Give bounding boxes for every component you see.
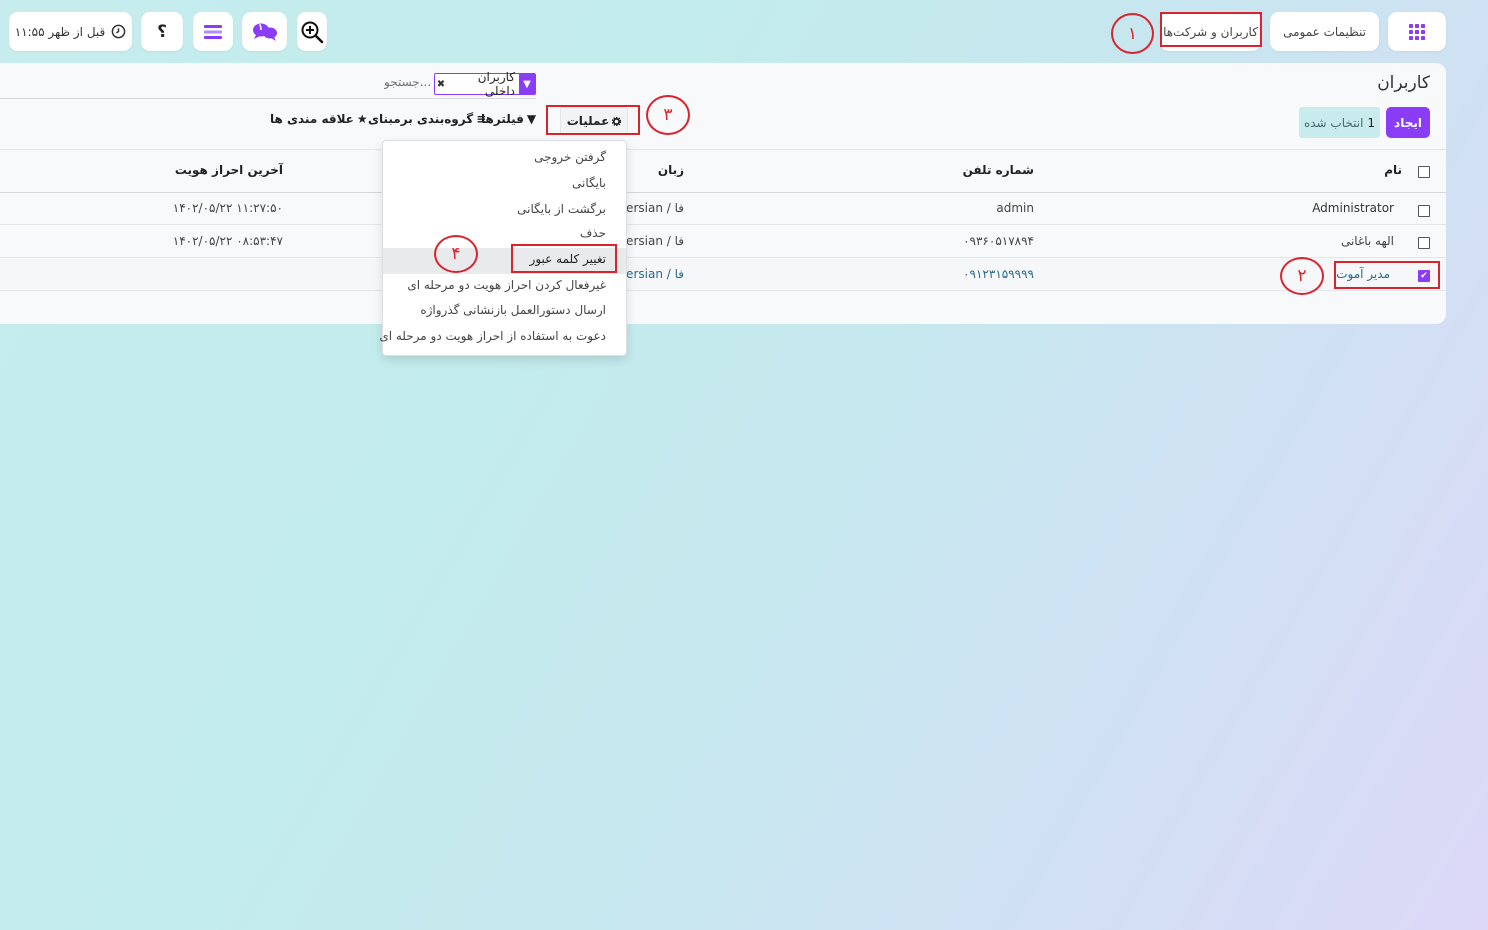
menu-item-invite-2fa[interactable]: دعوت به استفاده از احراز هویت دو مرحله ا… [379,329,606,343]
menu-general-settings-label: تنظیمات عمومی [1283,24,1366,39]
table-row[interactable]: ✔ مدیر آموت ۰۹۱۲۳۱۵۹۹۹۹ Persian / فا [0,259,1446,291]
menu-item-send-reset-password[interactable]: ارسال دستورالعمل بازنشانی گذرواژه [420,303,606,317]
bars-icon: ≡ [476,112,487,126]
cell-phone: ۰۹۱۲۳۱۵۹۹۹۹ [963,267,1034,281]
search-underline [0,98,536,99]
clock-widget[interactable]: ۱۱:۵۵ قبل از ظهر [9,12,132,51]
select-all-checkbox[interactable] [1418,166,1430,178]
zoom-button[interactable] [297,12,327,51]
users-list-panel: کاربران ایجاد انتخاب شده 1 ✖ کاربران داخ… [0,63,1446,324]
cell-name: الهه باغانی [1340,234,1394,248]
favorites-label: علاقه مندی ها [270,112,354,126]
grid-apps-icon [1409,23,1425,40]
table-row[interactable]: الهه باغانی ۰۹۳۶۰۵۱۷۸۹۴ Persian / فا ۱۴۰… [0,226,1446,258]
groupby-button[interactable]: گروه‌بندی برمبنای ≡ [368,112,486,126]
annotation-circle-4: ۴ [434,235,478,273]
chat-bubbles-icon: ۱ [252,22,278,42]
search-input[interactable] [384,75,430,89]
help-button[interactable]: ؟ [141,12,183,51]
cell-phone: admin [996,201,1034,215]
menu-item-unarchive[interactable]: برگشت از بایگانی [517,202,606,216]
row-checkbox[interactable] [1418,237,1430,249]
annotation-circle-1: ۱ [1111,13,1154,54]
row-checkbox[interactable] [1418,205,1430,217]
column-phone[interactable]: شماره تلفن [963,163,1034,177]
cell-last-auth: ۱۴۰۲/۰۵/۲۲ ۰۸:۵۳:۴۷ [172,234,283,248]
search-facet[interactable]: ✖ کاربران داخلی ▼ [434,70,536,98]
cell-language: Persian / فا [619,267,684,281]
clock-text: ۱۱:۵۵ قبل از ظهر [14,24,106,39]
menu-item-export[interactable]: گرفتن خروجی [534,150,606,164]
filters-label: فیلترها [481,112,524,126]
activity-button[interactable] [193,12,233,51]
selected-count-badge: انتخاب شده 1 [1299,107,1380,138]
remove-facet-icon[interactable]: ✖ [435,79,447,90]
chat-badge: ۱ [257,22,264,33]
filters-button[interactable]: فیلترها ▼ [481,112,536,126]
app-switcher-button[interactable] [1388,12,1446,51]
cell-last-auth: ۱۴۰۲/۰۵/۲۲ ۱۱:۲۷:۵۰ [172,201,283,215]
menu-item-disable-2fa[interactable]: غیرفعال کردن احراز هویت دو مرحله ای [407,278,606,292]
column-last-auth[interactable]: آخرین احراز هویت [175,163,283,177]
annotation-box-2 [1334,261,1440,289]
table-row[interactable]: Administrator admin Persian / فا ۱۴۰۲/۰۵… [0,193,1446,225]
cell-language: Persian / فا [619,234,684,248]
annotation-box-1 [1160,12,1262,47]
star-icon: ★ [356,112,368,126]
groupby-label: گروه‌بندی برمبنای [368,112,474,126]
cell-name: Administrator [1312,201,1394,215]
column-language[interactable]: زبان [658,163,684,177]
annotation-box-4 [511,244,617,273]
favorites-button[interactable]: علاقه مندی ها ★ [270,112,368,126]
create-button[interactable]: ایجاد [1386,107,1430,138]
annotation-circle-2: ۲ [1280,257,1324,295]
menu-item-archive[interactable]: بایگانی [572,176,606,190]
annotation-box-3 [546,105,640,135]
help-icon: ؟ [157,21,167,42]
menu-item-delete[interactable]: حذف [580,226,606,240]
activity-list-icon [204,24,222,39]
selected-count: 1 [1367,115,1376,130]
facet-label: کاربران داخلی [477,70,515,98]
table-header: نام شماره تلفن زبان آخرین احراز هویت [0,149,1446,193]
messaging-button[interactable]: ۱ [242,12,287,51]
menu-general-settings[interactable]: تنظیمات عمومی [1270,12,1379,51]
page-title: کاربران [1377,73,1430,93]
filter-icon: ▼ [519,74,535,94]
cell-phone: ۰۹۳۶۰۵۱۷۸۹۴ [963,234,1034,248]
selected-label: انتخاب شده [1303,115,1364,130]
cell-language: Persian / فا [619,201,684,215]
zoom-in-icon [300,20,324,44]
column-name[interactable]: نام [1384,163,1402,177]
funnel-icon: ▼ [526,112,537,126]
annotation-circle-3: ۳ [646,95,690,135]
clock-icon [111,24,126,39]
